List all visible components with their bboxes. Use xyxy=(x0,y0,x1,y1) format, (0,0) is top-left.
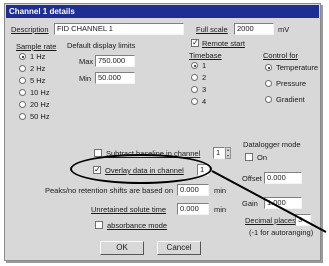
annotation-pointer-line xyxy=(211,170,327,233)
